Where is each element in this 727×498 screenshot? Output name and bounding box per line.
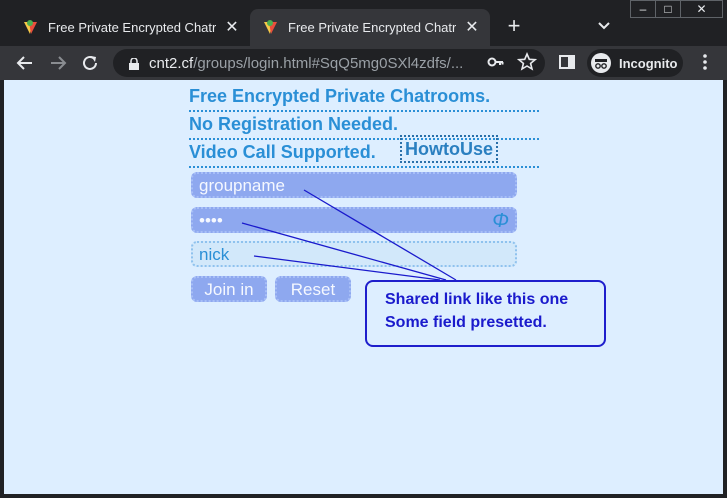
tab-strip: Free Private Encrypted Chatroo ✕ Free Pr… xyxy=(0,0,727,46)
tab-close-icon[interactable]: ✕ xyxy=(464,19,480,36)
url-path: /groups/login.html#SqQ5mg0SXl4zdfs/... xyxy=(193,54,464,72)
tab-inactive[interactable]: Free Private Encrypted Chatroo ✕ xyxy=(10,9,250,46)
browser-toolbar: cnt2.cf /groups/login.html#SqQ5mg0SXl4zd… xyxy=(0,46,727,80)
tab-search-chevron-icon[interactable] xyxy=(597,18,615,32)
tab-active[interactable]: Free Private Encrypted Chatroo ✕ xyxy=(250,9,490,46)
page-content: Free Encrypted Private Chatrooms. No Reg… xyxy=(4,80,723,494)
maximize-button[interactable]: □ xyxy=(655,0,681,18)
back-arrow-icon[interactable] xyxy=(14,52,36,74)
url-host: cnt2.cf xyxy=(149,54,194,72)
forward-arrow-icon[interactable] xyxy=(47,52,69,74)
new-tab-button[interactable]: + xyxy=(503,15,525,37)
side-panel-icon[interactable] xyxy=(556,52,578,74)
minimize-button[interactable]: – xyxy=(630,0,656,18)
callout-line-1: Shared link like this one xyxy=(385,291,569,308)
key-icon[interactable] xyxy=(485,53,507,75)
callout-pointer-lines xyxy=(241,189,457,281)
lock-icon[interactable] xyxy=(129,57,139,70)
tab-title: Free Private Encrypted Chatroo xyxy=(48,20,216,35)
preset-callout: Shared link like this one Some field pre… xyxy=(365,280,606,347)
incognito-indicator[interactable]: Incognito xyxy=(587,49,683,77)
site-favicon-icon xyxy=(264,19,280,36)
incognito-icon xyxy=(591,53,611,73)
bookmark-star-icon[interactable] xyxy=(516,51,538,74)
site-favicon-icon xyxy=(24,19,40,36)
close-window-button[interactable]: ✕ xyxy=(680,0,723,18)
callout-line-2: Some field presetted. xyxy=(385,314,547,331)
more-menu-icon[interactable] xyxy=(694,52,716,74)
tab-close-icon[interactable]: ✕ xyxy=(224,19,240,36)
reload-icon[interactable] xyxy=(79,52,101,74)
tab-title: Free Private Encrypted Chatroo xyxy=(288,20,456,35)
address-bar[interactable]: cnt2.cf /groups/login.html#SqQ5mg0SXl4zd… xyxy=(113,49,545,77)
incognito-label: Incognito xyxy=(619,55,678,71)
